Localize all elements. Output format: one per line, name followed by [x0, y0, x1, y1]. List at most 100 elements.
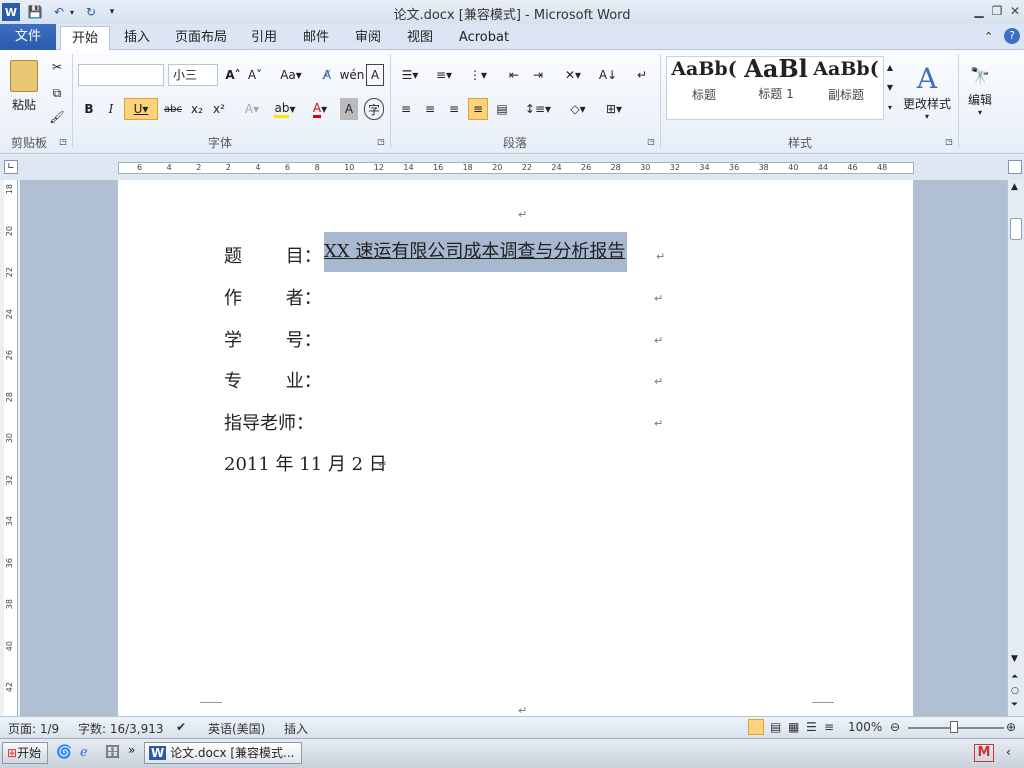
superscript-button[interactable]: x² — [210, 98, 228, 120]
scroll-down-icon[interactable]: ▼ — [1011, 654, 1018, 664]
tab-home[interactable]: 开始 — [60, 26, 110, 50]
web-layout-icon[interactable]: ▦ — [788, 720, 799, 734]
subscript-button[interactable]: x₂ — [188, 98, 206, 120]
cut-icon[interactable]: ✂ — [48, 58, 66, 76]
paste-button[interactable]: 粘贴 — [6, 56, 42, 116]
font-launcher-icon[interactable]: ◳ — [376, 136, 386, 146]
styles-launcher-icon[interactable]: ◳ — [944, 136, 954, 146]
horizontal-ruler[interactable]: 6 4 2 2 4 6 8 10 12 14 16 18 20 22 24 26 28 30 32 34 36 38 40 4… — [118, 162, 914, 174]
strikethrough-button[interactable]: abc — [162, 98, 184, 120]
ie-icon[interactable]: ℯ — [80, 745, 88, 760]
previous-page-icon[interactable]: ⏶ — [1011, 672, 1018, 682]
font-size-combo[interactable]: 小三 — [168, 64, 218, 86]
tab-acrobat[interactable]: Acrobat — [452, 26, 516, 50]
title-value[interactable]: XX 速运有限公司成本调查与分析报告 — [324, 232, 628, 272]
copy-icon[interactable]: ⧉ — [48, 84, 66, 102]
view-ruler-icon[interactable] — [1008, 160, 1022, 174]
sort-icon[interactable]: A↓ — [598, 64, 618, 86]
numbering-icon[interactable]: ≡▾ — [430, 64, 458, 86]
minimize-button[interactable]: ▁ — [970, 2, 988, 20]
highlight-icon[interactable]: ab ▾ — [270, 98, 300, 120]
scroll-up-icon[interactable]: ▲ — [1011, 182, 1018, 192]
vertical-ruler[interactable]: 18 20 22 24 26 28 30 32 34 36 38 40 42 — [4, 180, 18, 716]
scroll-thumb[interactable] — [1010, 218, 1022, 240]
multilevel-list-icon[interactable]: ⋮▾ — [464, 64, 492, 86]
zoom-in-icon[interactable]: ⊕ — [1006, 720, 1016, 734]
borders-icon[interactable]: ⊞▾ — [600, 98, 628, 120]
format-painter-icon[interactable]: 🖌 — [48, 108, 66, 126]
vertical-scrollbar[interactable]: ▲ ▼ ⏶ ○ ⏷ — [1007, 180, 1024, 716]
styles-more-icon[interactable]: ▾ — [884, 98, 896, 116]
text-effects-icon[interactable]: A▾ — [240, 98, 264, 120]
tray-expand-icon[interactable]: ‹ — [1006, 745, 1011, 759]
minimize-ribbon-icon[interactable]: ⌃ — [984, 30, 993, 43]
zoom-level[interactable]: 100% — [848, 720, 882, 734]
italic-button[interactable]: I — [102, 98, 120, 120]
edit-button[interactable]: 🔭 编辑 ▾ — [962, 56, 998, 126]
full-screen-icon[interactable]: ▤ — [770, 720, 781, 734]
paragraph-launcher-icon[interactable]: ◳ — [646, 136, 656, 146]
insert-mode[interactable]: 插入 — [284, 720, 308, 737]
align-right-icon[interactable]: ≡ — [444, 98, 464, 120]
file-tab[interactable]: 文件 — [0, 24, 56, 50]
decrease-indent-icon[interactable]: ⇤ — [504, 64, 524, 86]
change-styles-button[interactable]: A 更改样式 ▾ — [900, 56, 954, 126]
draft-icon[interactable]: ≡ — [824, 720, 834, 734]
zoom-out-icon[interactable]: ⊖ — [890, 720, 900, 734]
align-center-icon[interactable]: ≡ — [420, 98, 440, 120]
close-button[interactable]: ✕ — [1006, 2, 1024, 20]
char-shading-icon[interactable]: A — [340, 98, 358, 120]
quicklaunch-icon[interactable]: 🌀 — [56, 745, 72, 760]
tray-app-icon[interactable]: M — [974, 744, 994, 762]
tab-review[interactable]: 审阅 — [348, 26, 388, 50]
font-name-combo[interactable] — [78, 64, 164, 86]
bullets-icon[interactable]: ☰▾ — [396, 64, 424, 86]
taskbar-item-word[interactable]: W 论文.docx [兼容模式... — [144, 742, 302, 764]
tab-selector-icon[interactable]: ∟ — [4, 160, 18, 174]
proofing-icon[interactable]: ✔ — [176, 720, 186, 734]
underline-button[interactable]: U▾ — [124, 98, 158, 120]
tab-page-layout[interactable]: 页面布局 — [170, 26, 232, 50]
next-page-icon[interactable]: ⏷ — [1011, 700, 1018, 710]
clear-format-icon[interactable]: A̸ — [318, 64, 336, 86]
page-count[interactable]: 页面: 1/9 — [8, 720, 59, 737]
font-color-icon[interactable]: A ▾ — [306, 98, 334, 120]
clipboard-launcher-icon[interactable]: ◳ — [58, 136, 68, 146]
style-title[interactable]: AaBb( 标题 — [668, 58, 740, 110]
print-layout-icon[interactable] — [748, 719, 764, 735]
tab-references[interactable]: 引用 — [244, 26, 284, 50]
show-marks-icon[interactable]: ↵ — [632, 64, 652, 86]
tab-insert[interactable]: 插入 — [116, 26, 158, 50]
phonetic-guide-icon[interactable]: wén — [340, 64, 365, 86]
bold-button[interactable]: B — [80, 98, 98, 120]
browse-object-icon[interactable]: ○ — [1011, 686, 1019, 696]
justify-icon[interactable]: ≡ — [468, 98, 488, 120]
document-page[interactable]: ↵ 题 目： XX 速运有限公司成本调查与分析报告 ↵ 作 者： ↵ 学 号： … — [118, 180, 913, 717]
char-border-icon[interactable]: A — [366, 64, 384, 86]
outline-icon[interactable]: ☰ — [806, 720, 817, 734]
distributed-icon[interactable]: ▤ — [492, 98, 512, 120]
shading-icon[interactable]: ◇▾ — [564, 98, 592, 120]
restore-button[interactable]: ❐ — [988, 2, 1006, 20]
language[interactable]: 英语(美国) — [208, 720, 265, 737]
more-quicklaunch-icon[interactable]: » — [128, 743, 135, 757]
increase-indent-icon[interactable]: ⇥ — [528, 64, 548, 86]
help-icon[interactable]: ? — [1004, 28, 1020, 44]
enclosed-char-icon[interactable]: 字 — [364, 98, 384, 120]
tab-mailings[interactable]: 邮件 — [296, 26, 336, 50]
styles-scroll-up-icon[interactable]: ▲ — [884, 58, 896, 76]
chinese-layout-icon[interactable]: ✕▾ — [560, 64, 586, 86]
style-heading-1[interactable]: AaBl 标题 1 — [740, 54, 812, 106]
shrink-font-icon[interactable]: A˅ — [246, 64, 264, 86]
start-button[interactable]: ⊞开始 — [2, 742, 48, 764]
app-icon[interactable]: 🗄 — [104, 745, 121, 760]
change-case-icon[interactable]: Aa▾ — [278, 64, 304, 86]
align-left-icon[interactable]: ≡ — [396, 98, 416, 120]
line-spacing-icon[interactable]: ↕≡▾ — [524, 98, 552, 120]
grow-font-icon[interactable]: A˄ — [224, 64, 242, 86]
style-subtitle[interactable]: AaBb( 副标题 — [810, 58, 882, 110]
tab-view[interactable]: 视图 — [400, 26, 440, 50]
word-count[interactable]: 字数: 16/3,913 — [78, 720, 164, 737]
zoom-slider-thumb[interactable] — [950, 721, 958, 733]
styles-scroll-down-icon[interactable]: ▼ — [884, 78, 896, 96]
